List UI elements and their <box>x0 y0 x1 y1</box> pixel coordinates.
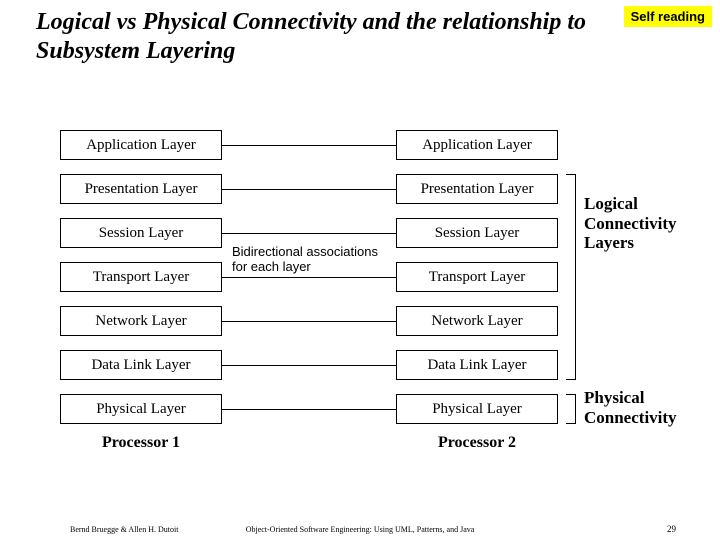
assoc-line <box>222 233 396 234</box>
bidirectional-note: Bidirectional associa­tions for each lay… <box>232 244 387 275</box>
self-reading-badge: Self reading <box>624 6 712 27</box>
layer-box: Application Layer <box>396 130 558 160</box>
assoc-line <box>222 409 396 410</box>
layer-box: Network Layer <box>396 306 558 336</box>
layer-box: Network Layer <box>60 306 222 336</box>
layer-box: Data Link Layer <box>60 350 222 380</box>
assoc-line <box>222 145 396 146</box>
layer-box: Application Layer <box>60 130 222 160</box>
layer-box: Session Layer <box>396 218 558 248</box>
processor-2-stack: Application Layer Presentation Layer Ses… <box>396 130 558 452</box>
assoc-line <box>222 321 396 322</box>
layer-box: Transport Layer <box>396 262 558 292</box>
layer-box: Data Link Layer <box>396 350 558 380</box>
processor-1-label: Processor 1 <box>60 434 222 452</box>
layer-box: Presentation Layer <box>60 174 222 204</box>
layer-box: Session Layer <box>60 218 222 248</box>
logical-bracket <box>566 174 576 380</box>
footer-book: Object-Oriented Software Engineering: Us… <box>0 525 720 534</box>
physical-bracket <box>566 394 576 424</box>
processor-1-stack: Application Layer Presentation Layer Ses… <box>60 130 222 452</box>
assoc-line <box>222 277 396 278</box>
assoc-line <box>222 365 396 366</box>
assoc-line <box>222 189 396 190</box>
processor-2-label: Processor 2 <box>396 434 558 452</box>
slide-title: Logical vs Physical Connectivity and the… <box>0 0 680 67</box>
layer-box: Physical Layer <box>396 394 558 424</box>
annotation-physical: Physical Connectivity <box>584 388 714 427</box>
layer-box: Physical Layer <box>60 394 222 424</box>
footer-page: 29 <box>667 524 676 534</box>
layer-box: Presentation Layer <box>396 174 558 204</box>
annotation-logical: Logical Connectivity Layers <box>584 194 714 253</box>
osi-diagram: Application Layer Presentation Layer Ses… <box>0 130 720 490</box>
layer-box: Transport Layer <box>60 262 222 292</box>
